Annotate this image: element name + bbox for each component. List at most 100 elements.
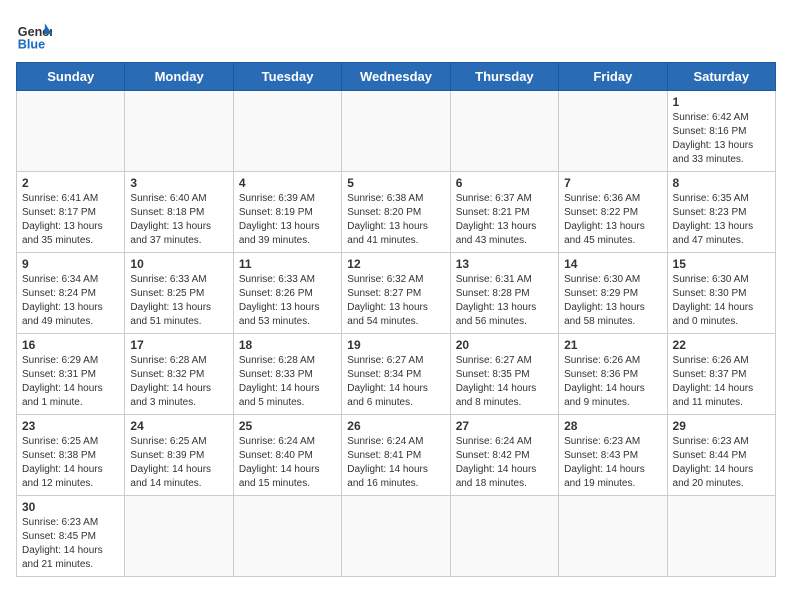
day-info: Sunrise: 6:35 AM Sunset: 8:23 PM Dayligh…: [673, 192, 770, 248]
day-info: Sunrise: 6:23 AM Sunset: 8:45 PM Dayligh…: [22, 516, 119, 572]
day-number: 22: [673, 338, 770, 352]
day-info: Sunrise: 6:34 AM Sunset: 8:24 PM Dayligh…: [22, 273, 119, 329]
calendar-cell: [233, 91, 341, 172]
day-number: 27: [456, 419, 553, 433]
day-info: Sunrise: 6:24 AM Sunset: 8:40 PM Dayligh…: [239, 435, 336, 491]
day-info: Sunrise: 6:42 AM Sunset: 8:16 PM Dayligh…: [673, 111, 770, 167]
day-number: 8: [673, 176, 770, 190]
day-number: 14: [564, 257, 661, 271]
day-number: 28: [564, 419, 661, 433]
day-number: 24: [130, 419, 227, 433]
day-number: 9: [22, 257, 119, 271]
day-info: Sunrise: 6:30 AM Sunset: 8:30 PM Dayligh…: [673, 273, 770, 329]
weekday-header-tuesday: Tuesday: [233, 63, 341, 91]
day-number: 23: [22, 419, 119, 433]
day-info: Sunrise: 6:39 AM Sunset: 8:19 PM Dayligh…: [239, 192, 336, 248]
day-info: Sunrise: 6:37 AM Sunset: 8:21 PM Dayligh…: [456, 192, 553, 248]
calendar-cell: 21 Sunrise: 6:26 AM Sunset: 8:36 PM Dayli…: [559, 334, 667, 415]
calendar-cell: [559, 496, 667, 577]
day-info: Sunrise: 6:25 AM Sunset: 8:39 PM Dayligh…: [130, 435, 227, 491]
day-number: 29: [673, 419, 770, 433]
calendar-cell: [342, 496, 450, 577]
calendar-cell: 4 Sunrise: 6:39 AM Sunset: 8:19 PM Daylig…: [233, 172, 341, 253]
weekday-header-sunday: Sunday: [17, 63, 125, 91]
calendar-cell: 7 Sunrise: 6:36 AM Sunset: 8:22 PM Daylig…: [559, 172, 667, 253]
calendar-cell: 29Sunrise: 6:23 AM Sunset: 8:44 PM Dayli…: [667, 415, 775, 496]
calendar-cell: 2 Sunrise: 6:41 AM Sunset: 8:17 PM Daylig…: [17, 172, 125, 253]
day-info: Sunrise: 6:29 AM Sunset: 8:31 PM Dayligh…: [22, 354, 119, 410]
day-number: 3: [130, 176, 227, 190]
calendar-cell: 18 Sunrise: 6:28 AM Sunset: 8:33 PM Dayli…: [233, 334, 341, 415]
calendar-week-5: 23 Sunrise: 6:25 AM Sunset: 8:38 PM Dayli…: [17, 415, 776, 496]
day-info: Sunrise: 6:24 AM Sunset: 8:41 PM Dayligh…: [347, 435, 444, 491]
day-number: 4: [239, 176, 336, 190]
calendar-cell: 3 Sunrise: 6:40 AM Sunset: 8:18 PM Daylig…: [125, 172, 233, 253]
calendar-cell: 19Sunrise: 6:27 AM Sunset: 8:34 PM Dayli…: [342, 334, 450, 415]
weekday-header-saturday: Saturday: [667, 63, 775, 91]
day-number: 26: [347, 419, 444, 433]
calendar-cell: 14 Sunrise: 6:30 AM Sunset: 8:29 PM Dayli…: [559, 253, 667, 334]
calendar-cell: 23 Sunrise: 6:25 AM Sunset: 8:38 PM Dayli…: [17, 415, 125, 496]
calendar-week-4: 16 Sunrise: 6:29 AM Sunset: 8:31 PM Dayli…: [17, 334, 776, 415]
weekday-header-thursday: Thursday: [450, 63, 558, 91]
day-number: 5: [347, 176, 444, 190]
calendar-cell: [125, 496, 233, 577]
day-number: 15: [673, 257, 770, 271]
day-info: Sunrise: 6:25 AM Sunset: 8:38 PM Dayligh…: [22, 435, 119, 491]
day-number: 18: [239, 338, 336, 352]
day-info: Sunrise: 6:33 AM Sunset: 8:25 PM Dayligh…: [130, 273, 227, 329]
day-number: 10: [130, 257, 227, 271]
calendar-table: SundayMondayTuesdayWednesdayThursdayFrid…: [16, 62, 776, 577]
day-info: Sunrise: 6:41 AM Sunset: 8:17 PM Dayligh…: [22, 192, 119, 248]
calendar-cell: [125, 91, 233, 172]
weekday-header-wednesday: Wednesday: [342, 63, 450, 91]
day-info: Sunrise: 6:31 AM Sunset: 8:28 PM Dayligh…: [456, 273, 553, 329]
calendar-cell: [450, 91, 558, 172]
calendar-cell: 12Sunrise: 6:32 AM Sunset: 8:27 PM Dayli…: [342, 253, 450, 334]
calendar-cell: 22 Sunrise: 6:26 AM Sunset: 8:37 PM Dayli…: [667, 334, 775, 415]
calendar-cell: 10 Sunrise: 6:33 AM Sunset: 8:25 PM Dayli…: [125, 253, 233, 334]
day-number: 17: [130, 338, 227, 352]
svg-text:Blue: Blue: [18, 37, 45, 51]
calendar-cell: 1Sunrise: 6:42 AM Sunset: 8:16 PM Daylig…: [667, 91, 775, 172]
calendar-cell: 28Sunrise: 6:23 AM Sunset: 8:43 PM Dayli…: [559, 415, 667, 496]
day-info: Sunrise: 6:40 AM Sunset: 8:18 PM Dayligh…: [130, 192, 227, 248]
calendar-cell: 25 Sunrise: 6:24 AM Sunset: 8:40 PM Dayli…: [233, 415, 341, 496]
day-number: 11: [239, 257, 336, 271]
day-number: 6: [456, 176, 553, 190]
day-number: 7: [564, 176, 661, 190]
calendar-cell: 11 Sunrise: 6:33 AM Sunset: 8:26 PM Dayli…: [233, 253, 341, 334]
day-number: 25: [239, 419, 336, 433]
day-info: Sunrise: 6:36 AM Sunset: 8:22 PM Dayligh…: [564, 192, 661, 248]
calendar-header-row: SundayMondayTuesdayWednesdayThursdayFrid…: [17, 63, 776, 91]
day-info: Sunrise: 6:28 AM Sunset: 8:32 PM Dayligh…: [130, 354, 227, 410]
day-info: Sunrise: 6:32 AM Sunset: 8:27 PM Dayligh…: [347, 273, 444, 329]
day-info: Sunrise: 6:38 AM Sunset: 8:20 PM Dayligh…: [347, 192, 444, 248]
calendar-week-3: 9 Sunrise: 6:34 AM Sunset: 8:24 PM Daylig…: [17, 253, 776, 334]
day-number: 16: [22, 338, 119, 352]
calendar-cell: 27Sunrise: 6:24 AM Sunset: 8:42 PM Dayli…: [450, 415, 558, 496]
day-number: 21: [564, 338, 661, 352]
calendar-cell: 30 Sunrise: 6:23 AM Sunset: 8:45 PM Dayli…: [17, 496, 125, 577]
calendar-cell: 24 Sunrise: 6:25 AM Sunset: 8:39 PM Dayli…: [125, 415, 233, 496]
day-number: 19: [347, 338, 444, 352]
day-info: Sunrise: 6:30 AM Sunset: 8:29 PM Dayligh…: [564, 273, 661, 329]
calendar-cell: 9 Sunrise: 6:34 AM Sunset: 8:24 PM Daylig…: [17, 253, 125, 334]
calendar-week-6: 30 Sunrise: 6:23 AM Sunset: 8:45 PM Dayli…: [17, 496, 776, 577]
calendar-cell: 26 Sunrise: 6:24 AM Sunset: 8:41 PM Dayli…: [342, 415, 450, 496]
day-info: Sunrise: 6:28 AM Sunset: 8:33 PM Dayligh…: [239, 354, 336, 410]
day-info: Sunrise: 6:26 AM Sunset: 8:37 PM Dayligh…: [673, 354, 770, 410]
day-number: 2: [22, 176, 119, 190]
logo: General Blue: [16, 16, 52, 52]
day-info: Sunrise: 6:33 AM Sunset: 8:26 PM Dayligh…: [239, 273, 336, 329]
calendar-cell: [667, 496, 775, 577]
calendar-cell: [17, 91, 125, 172]
weekday-header-monday: Monday: [125, 63, 233, 91]
day-info: Sunrise: 6:26 AM Sunset: 8:36 PM Dayligh…: [564, 354, 661, 410]
calendar-cell: 15 Sunrise: 6:30 AM Sunset: 8:30 PM Dayli…: [667, 253, 775, 334]
day-number: 20: [456, 338, 553, 352]
calendar-cell: 8 Sunrise: 6:35 AM Sunset: 8:23 PM Daylig…: [667, 172, 775, 253]
calendar-cell: 13Sunrise: 6:31 AM Sunset: 8:28 PM Dayli…: [450, 253, 558, 334]
day-number: 30: [22, 500, 119, 514]
calendar-cell: 5 Sunrise: 6:38 AM Sunset: 8:20 PM Daylig…: [342, 172, 450, 253]
